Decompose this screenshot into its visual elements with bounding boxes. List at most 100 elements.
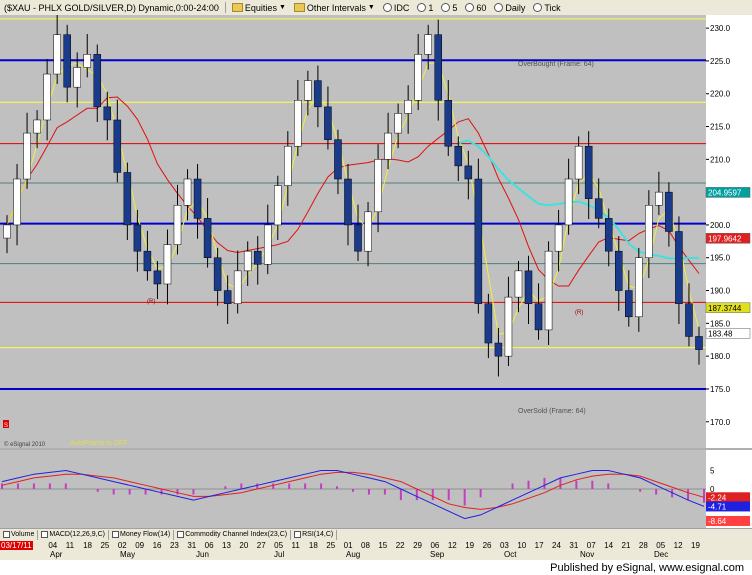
candle-body <box>13 178 21 226</box>
candle-body <box>665 191 673 232</box>
x-month-label: Aug <box>346 550 361 559</box>
candle-body <box>695 336 703 350</box>
symbol-title[interactable]: ($XAU - PHLX GOLD/SILVER,D) Dynamic,0:00… <box>0 1 223 14</box>
candle-body <box>675 231 683 304</box>
price-tag-text: 204.9597 <box>708 188 742 197</box>
interval-daily[interactable]: Daily <box>490 1 529 14</box>
candle-body <box>83 54 92 68</box>
checkbox-icon <box>3 531 10 538</box>
x-day-label: 22 <box>395 541 405 550</box>
date-start-label: 03/17/11 <box>0 541 33 550</box>
x-month-label: Oct <box>504 550 517 559</box>
interval-1[interactable]: 1 <box>413 1 437 14</box>
y-tick-label: 190.0 <box>710 287 731 296</box>
x-day-label: 31 <box>569 541 579 550</box>
macd-tag-text: -4.71 <box>708 502 727 511</box>
x-day-label: 05 <box>656 541 666 550</box>
x-day-label: 18 <box>308 541 318 550</box>
candle-body <box>655 191 663 206</box>
radio-icon <box>382 3 392 12</box>
x-day-label: 16 <box>152 541 162 550</box>
candle-body <box>384 132 392 160</box>
copyright-label: © eSignal 2010 <box>4 441 46 448</box>
macd-tick-label: 5 <box>710 467 715 476</box>
x-day-label: 25 <box>326 541 336 550</box>
x-day-label: 18 <box>83 541 92 550</box>
interval-tick[interactable]: Tick <box>529 1 564 14</box>
tab-rsi[interactable]: RSI(14,C) <box>291 529 338 540</box>
interval-label: Daily <box>505 2 526 13</box>
y-tick-label: 200.0 <box>710 221 731 230</box>
price-tag-text: 187.3744 <box>708 304 742 313</box>
r-label-2: (R) <box>575 310 583 316</box>
price-tag-text: 183.48 <box>708 329 733 338</box>
candle-body <box>233 270 242 304</box>
candle-body <box>294 100 302 147</box>
candle-body <box>143 250 152 272</box>
candle-body <box>93 54 102 108</box>
x-day-label: 11 <box>291 541 300 550</box>
tab-cci[interactable]: Commodity Channel Index(23,C) <box>174 529 292 540</box>
tab-label: RSI(14,C) <box>302 531 334 538</box>
candle-body <box>243 250 252 272</box>
candle-body <box>564 178 573 226</box>
x-day-label: 25 <box>100 541 110 550</box>
interval-5[interactable]: 5 <box>437 1 461 14</box>
tab-label: Volume <box>11 531 35 538</box>
x-day-label: 31 <box>187 541 197 550</box>
x-day-label: 04 <box>48 541 58 550</box>
candle-body <box>404 100 412 114</box>
candle-body <box>514 270 523 298</box>
tab-macd[interactable]: MACD(12,26,9,C) <box>38 529 109 540</box>
interval-idc[interactable]: IDC <box>379 1 414 14</box>
x-day-label: 06 <box>430 541 440 550</box>
price-chart[interactable]: 170.0175.0180.0185.0190.0195.0200.0205.0… <box>0 15 752 528</box>
tab-label: MACD(12,26,9,C) <box>49 531 105 538</box>
candle-body <box>484 303 493 344</box>
x-month-label: Jun <box>196 550 209 559</box>
other-intervals-button[interactable]: Other Intervals ▼ <box>290 1 379 14</box>
x-day-label: 29 <box>413 541 422 550</box>
tab-label: Money Flow(14) <box>120 531 171 538</box>
x-day-label: 12 <box>447 541 457 550</box>
candle-body <box>263 224 272 265</box>
x-day-label: 15 <box>378 541 388 550</box>
candle-body <box>434 34 443 101</box>
candle-body <box>584 145 593 199</box>
candle-body <box>604 218 613 252</box>
candle-body <box>133 224 142 252</box>
candle-body <box>344 178 352 226</box>
y-tick-label: 185.0 <box>710 319 731 328</box>
y-tick-label: 210.0 <box>710 155 731 164</box>
radio-icon <box>533 3 543 12</box>
candle-body <box>203 218 212 258</box>
candle-body <box>594 198 603 219</box>
tab-money-flow[interactable]: Money Flow(14) <box>109 529 175 540</box>
equities-button[interactable]: Equities ▼ <box>228 1 290 14</box>
interval-60[interactable]: 60 <box>461 1 490 14</box>
candle-body <box>524 270 533 304</box>
candle-body <box>43 73 51 121</box>
candle-body <box>223 290 232 304</box>
y-tick-label: 215.0 <box>710 123 731 132</box>
candle-body <box>414 54 422 101</box>
x-month-label: Apr <box>50 550 63 559</box>
candle-body <box>123 172 132 226</box>
tab-volume[interactable]: Volume <box>0 529 39 540</box>
oversold-label: OverSold (Frame: 64) <box>518 408 586 415</box>
x-day-label: 10 <box>517 541 527 550</box>
price-pane-bg <box>0 15 706 448</box>
candle-body <box>213 257 222 291</box>
interval-label: 5 <box>452 2 458 13</box>
candle-body <box>534 303 543 331</box>
x-day-label: 06 <box>204 541 214 550</box>
macd-tag-text: -8.64 <box>708 517 727 526</box>
interval-label: 60 <box>476 2 487 13</box>
x-day-label: 09 <box>135 541 145 550</box>
candle-body <box>334 139 342 180</box>
overbought-label: OverBought (Frame: 64) <box>518 61 594 68</box>
x-day-label: 19 <box>691 541 700 550</box>
y-tick-label: 220.0 <box>710 90 731 99</box>
x-month-label: Dec <box>654 550 669 559</box>
chevron-down-icon: ▼ <box>367 4 375 11</box>
